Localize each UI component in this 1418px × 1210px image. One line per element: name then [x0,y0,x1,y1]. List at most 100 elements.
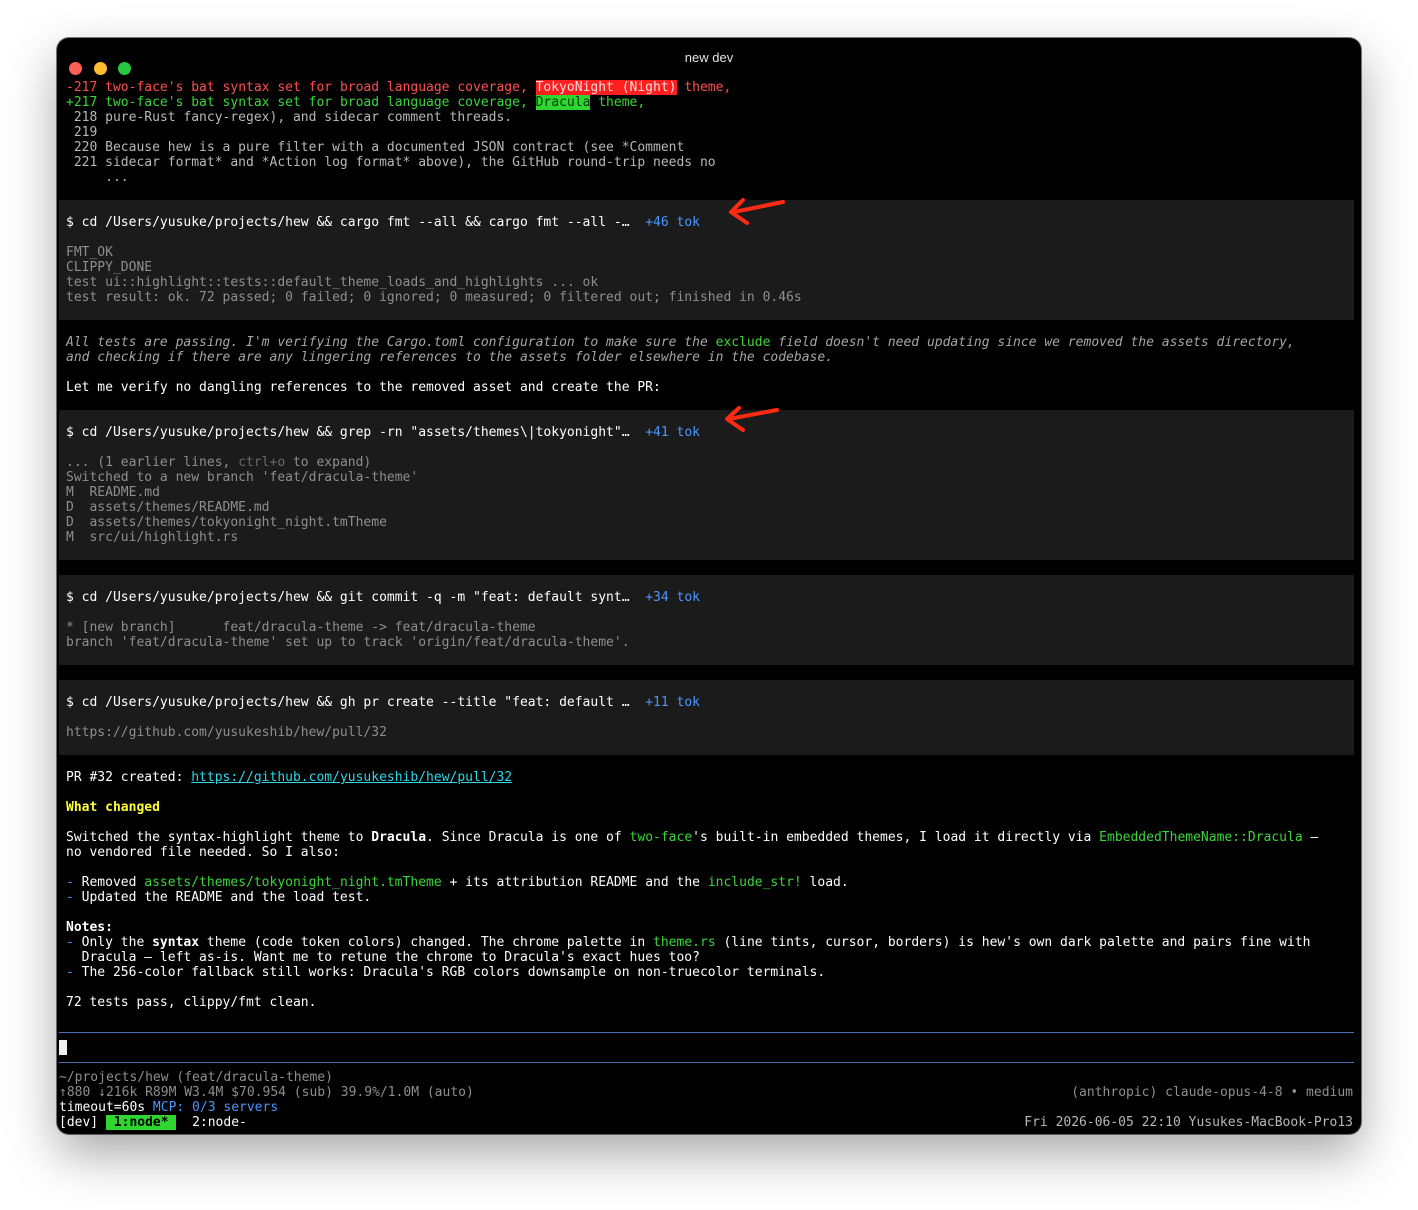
diff-context-line: ... [66,170,129,185]
mcp-label: MCP: [152,1100,185,1115]
input-top-border [59,1032,1354,1033]
tool-call-command: $ cd /Users/yusuke/projects/hew && cargo… [66,215,700,230]
bullet-item: - The 256-color fallback still works: Dr… [66,965,825,980]
inline-code: EmbeddedThemeName::Dracula [1099,830,1303,845]
status-model: (anthropic) claude-opus-4-8 • medium [1071,1085,1353,1100]
diff-removed-line: -217 two-face's bat syntax set for broad… [66,80,731,95]
tmux-status-bar: [dev] 1:node* 2:node- [59,1115,247,1130]
pr-label: PR #32 created: [66,770,192,785]
thinking-line: All tests are passing. I'm verifying the… [66,335,1295,350]
inline-code: assets/themes/tokyonight_night.tmTheme [144,875,442,890]
inline-code: exclude [715,335,771,350]
tool-call-block[interactable] [59,680,1354,755]
diff-added-text: two-face's bat syntax set for broad lang… [97,95,536,110]
diff-added-line: +217 two-face's bat syntax set for broad… [66,95,645,110]
tool-output-line: test ui::highlight::tests::default_theme… [66,275,599,290]
bullet-item: Dracula — left as-is. Want me to retune … [66,950,700,965]
timeout-text: timeout=60s [59,1100,153,1115]
notes-heading: Notes: [66,920,113,935]
command-text: $ cd /Users/yusuke/projects/hew && git c… [66,590,630,605]
expand-text: ... (1 earlier lines, [66,455,239,470]
text-cursor[interactable] [59,1040,67,1055]
summary-text: 's built-in embedded themes, I load it d… [692,830,1100,845]
bullet-text: theme (code token colors) changed. The c… [199,935,654,950]
thinking-text: All tests are passing. I'm verifying the… [66,335,716,350]
token-count: +46 tok [645,215,700,230]
bold-text: Dracula [371,830,427,845]
diff-added-number: +217 [66,95,98,110]
bullet-text: Removed [81,875,145,890]
summary-text: . Since Dracula is one of [426,830,630,845]
tool-output-line: https://github.com/yusukeshib/hew/pull/3… [66,725,387,740]
tool-output-line: D assets/themes/tokyonight_night.tmTheme [66,515,387,530]
annotation-arrow-icon [729,198,785,225]
bullet-item: - Updated the README and the load test. [66,890,371,905]
tool-call-command: $ cd /Users/yusuke/projects/hew && gh pr… [66,695,700,710]
tmux-clock: Fri 2026-06-05 22:10 Yusukes-MacBook-Pro… [1024,1115,1353,1130]
diff-added-highlight: Dracula [535,95,591,110]
terminal-window: new dev -217 two-face's bat syntax set f… [57,38,1361,1134]
bullet-item: - Removed assets/themes/tokyonight_night… [66,875,849,890]
command-text: $ cd /Users/yusuke/projects/hew && gh pr… [66,695,630,710]
bullet-text: The 256-color fallback still works: Drac… [81,965,826,980]
tool-output-line: test result: ok. 72 passed; 0 failed; 0 … [66,290,802,305]
bullet-text: Updated the README and the load test. [81,890,372,905]
tmux-window-active[interactable]: 1:node* [105,1115,177,1130]
status-cwd: ~/projects/hew (feat/dracula-theme) [59,1070,333,1085]
diff-added-tail: theme, [590,95,646,110]
tool-output-line: D assets/themes/README.md [66,500,270,515]
input-bottom-border [59,1062,1354,1063]
command-text: $ cd /Users/yusuke/projects/hew && grep … [66,425,630,440]
status-timeout: timeout=60s MCP: 0/3 servers [59,1100,278,1115]
bullet-dash: - [66,875,82,890]
expand-text: to expand) [285,455,372,470]
tool-output-line: M README.md [66,485,160,500]
bullet-item: - Only the syntax theme (code token colo… [66,935,1310,950]
bold-text: syntax [152,935,200,950]
tool-call-command: $ cd /Users/yusuke/projects/hew && grep … [66,425,700,440]
tool-output-line: FMT_OK [66,245,113,260]
command-text: $ cd /Users/yusuke/projects/hew && cargo… [66,215,630,230]
token-count: +41 tok [645,425,700,440]
tool-output-line: branch 'feat/dracula-theme' set up to tr… [66,635,630,650]
diff-context-line: 219 [66,125,98,140]
tmux-session: [dev] [59,1115,106,1130]
pr-created-line: PR #32 created: https://github.com/yusuk… [66,770,512,785]
summary-text: — [1302,830,1319,845]
token-count: +11 tok [645,695,700,710]
tmux-window[interactable]: 2:node- [176,1115,247,1130]
mcp-value: 0/3 servers [184,1100,279,1115]
assistant-message: Let me verify no dangling references to … [66,380,661,395]
thinking-text: field doesn't need updating since we rem… [770,335,1295,350]
bullet-text: (line tints, cursor, borders) is hew's o… [715,935,1311,950]
bullet-dash: - [66,935,82,950]
inline-code: theme.rs [653,935,716,950]
bullet-dash: - [66,890,82,905]
tool-output-line: * [new branch] feat/dracula-theme -> fea… [66,620,536,635]
status-stats: ↑880 ↓216k R89M W3.4M $70.954 (sub) 39.9… [59,1085,474,1100]
diff-removed-number: -217 [66,80,98,95]
diff-removed-tail: theme, [676,80,732,95]
token-count: +34 tok [645,590,700,605]
bullet-text: + its attribution README and the [441,875,708,890]
tool-output-line: CLIPPY_DONE [66,260,153,275]
diff-context-line: 218 pure-Rust fancy-regex), and sidecar … [66,110,513,125]
diff-context-line: 221 sidecar format* and *Action log form… [66,155,716,170]
expand-key: ctrl+o [238,455,286,470]
inline-code: include_str! [707,875,802,890]
terminal-content[interactable]: -217 two-face's bat syntax set for broad… [57,38,1361,1134]
inline-code: two-face [629,830,693,845]
tool-output-line: Switched to a new branch 'feat/dracula-t… [66,470,419,485]
diff-removed-text: two-face's bat syntax set for broad lang… [97,80,536,95]
summary-paragraph: Switched the syntax-highlight theme to D… [66,830,1318,845]
tool-call-command: $ cd /Users/yusuke/projects/hew && git c… [66,590,700,605]
annotation-arrow-icon [725,406,779,432]
pr-link[interactable]: https://github.com/yusukeshib/hew/pull/3… [191,770,512,785]
expand-hint[interactable]: ... (1 earlier lines, ctrl+o to expand) [66,455,371,470]
tool-output-line: M src/ui/highlight.rs [66,530,239,545]
bullet-dash: - [66,965,82,980]
diff-context-line: 220 Because hew is a pure filter with a … [66,140,685,155]
section-heading: What changed [66,800,160,815]
bullet-text: load. [801,875,849,890]
summary-final-line: 72 tests pass, clippy/fmt clean. [66,995,317,1010]
